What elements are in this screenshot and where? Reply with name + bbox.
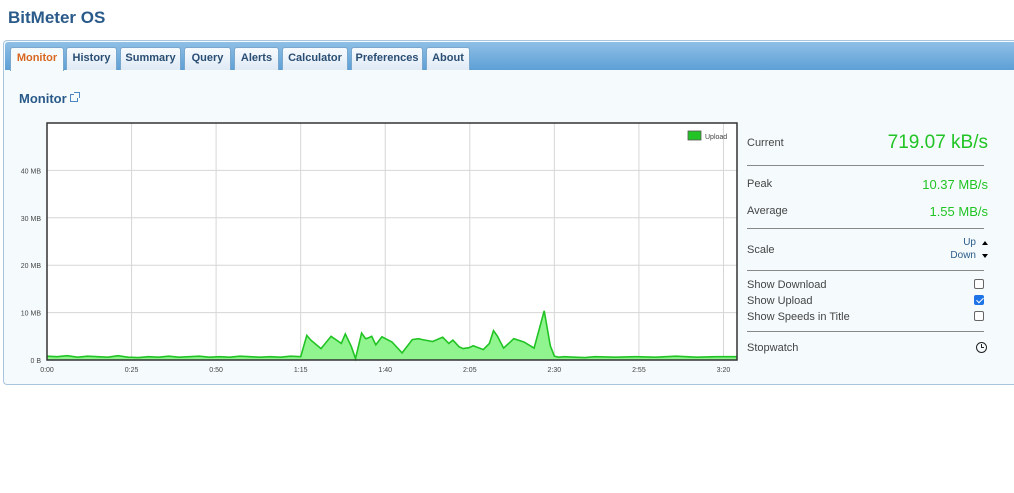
x-tick-label: 0:50 (209, 367, 223, 374)
current-label: Current (747, 137, 784, 149)
divider (747, 228, 984, 229)
x-tick-label: 2:30 (548, 367, 562, 374)
clock-icon[interactable] (976, 342, 987, 353)
current-value: 719.07 kB/s (887, 132, 988, 153)
show-download-label: Show Download (747, 279, 827, 291)
y-tick-label: 0 B (30, 358, 41, 365)
peak-label: Peak (747, 178, 773, 190)
average-value: 1.55 MB/s (929, 204, 988, 219)
x-tick-label: 2:05 (463, 367, 477, 374)
y-tick-label: 10 MB (21, 311, 42, 318)
scale-label: Scale (747, 244, 775, 256)
x-tick-label: 1:15 (294, 367, 308, 374)
legend-swatch-upload (687, 130, 702, 141)
show-upload-checkbox[interactable] (974, 295, 984, 305)
x-tick-label: 0:25 (125, 367, 139, 374)
peak-value: 10.37 MB/s (922, 177, 988, 192)
show-speeds-label: Show Speeds in Title (747, 311, 850, 323)
show-speeds-checkbox[interactable] (974, 311, 984, 321)
x-tick-label: 3:20 (717, 367, 731, 374)
scale-up-link[interactable]: Up (963, 237, 976, 248)
divider (747, 270, 984, 271)
y-tick-label: 30 MB (21, 216, 42, 223)
average-label: Average (747, 205, 788, 217)
divider (747, 331, 984, 332)
scale-down-link[interactable]: Down (950, 250, 976, 261)
stopwatch-label: Stopwatch (747, 342, 799, 354)
arrow-up-icon[interactable] (982, 241, 988, 245)
y-tick-label: 40 MB (21, 168, 42, 175)
x-tick-label: 0:00 (40, 367, 54, 374)
plot-background (47, 123, 737, 360)
show-upload-label: Show Upload (747, 295, 813, 307)
upload-chart: 0 B 10 MB 20 MB 30 MB 40 MB 0:00 0:25 0:50 1:15 1… (21, 122, 738, 374)
legend-label-upload: Upload (705, 134, 727, 141)
divider (747, 165, 984, 166)
x-tick-label: 1:40 (378, 367, 392, 374)
x-tick-label: 2:55 (632, 367, 646, 374)
show-download-checkbox[interactable] (974, 279, 984, 289)
arrow-down-icon[interactable] (982, 254, 988, 258)
y-tick-label: 20 MB (21, 263, 42, 270)
